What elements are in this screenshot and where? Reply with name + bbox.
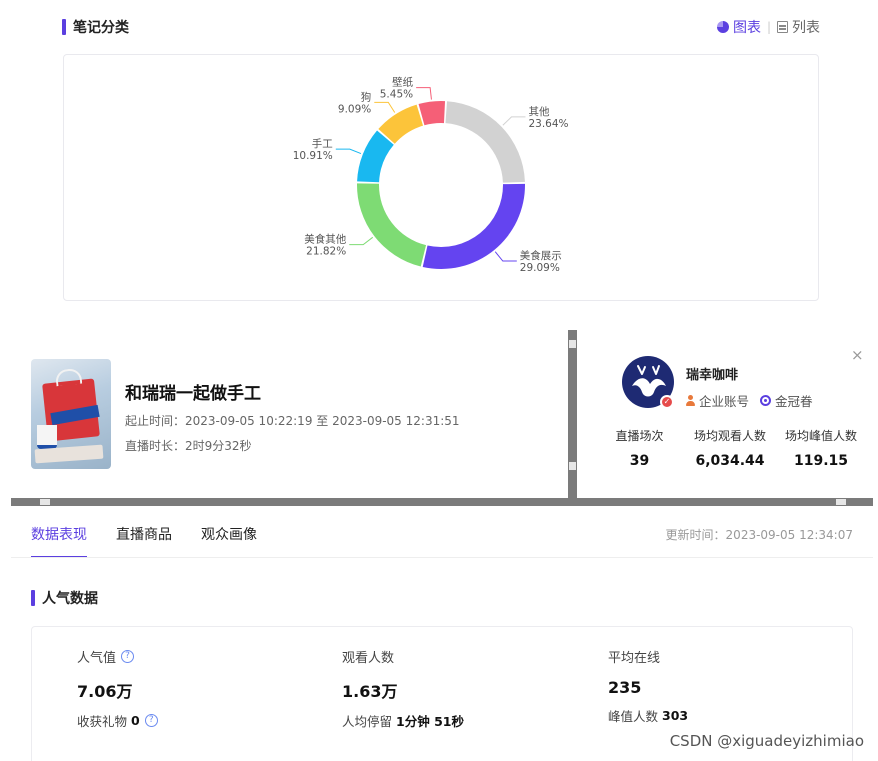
watermark: CSDN @xiguadeyizhimiao <box>669 732 864 750</box>
metric-popularity: 人气值 ? 7.06万 收获礼物 0 ? <box>77 647 158 730</box>
stat-avg-peak: 场均峰值人数 119.15 <box>779 427 863 469</box>
metric-value: 7.06万 <box>77 682 133 701</box>
slice-label-2: 美食其他 <box>304 233 346 246</box>
border-notch <box>836 499 846 505</box>
note-category-header: 笔记分类 <box>62 17 129 37</box>
account-tags: 企业账号 金冠眷 <box>686 391 824 410</box>
donut-slice-5[interactable] <box>418 101 446 126</box>
metric-sub: 人均停留 1分钟 51秒 <box>342 711 464 730</box>
metric-sub-value: 303 <box>662 708 689 723</box>
list-icon <box>777 21 788 33</box>
metric-label: 观看人数 <box>342 647 464 666</box>
section-accent-bar <box>31 590 35 606</box>
chart-view-button[interactable]: 图表 <box>716 17 761 37</box>
metric-sub-value: 0 <box>131 713 140 728</box>
enterprise-tag-label: 企业账号 <box>699 394 750 409</box>
panel-bottom-border <box>11 498 873 506</box>
note-category-title: 笔记分类 <box>73 20 129 36</box>
stat-value: 39 <box>629 453 650 469</box>
slice-percent-1: 29.09% <box>520 262 560 274</box>
leader-line-0 <box>502 116 526 126</box>
metric-label: 平均在线 <box>608 647 688 666</box>
tab-bar: 数据表现 直播商品 观众画像 <box>31 524 286 558</box>
leader-line-1 <box>494 251 517 262</box>
leader-line-2 <box>349 236 374 246</box>
metric-sub-label: 峰值人数 <box>608 709 659 724</box>
help-icon[interactable]: ? <box>144 714 158 727</box>
crown-badge-icon <box>760 395 772 406</box>
update-time: 更新时间：2023-09-05 12:34:07 <box>665 528 853 542</box>
metric-label: 人气值 ? <box>77 647 158 666</box>
donut-slice-0[interactable] <box>445 101 525 183</box>
border-notch <box>40 499 50 505</box>
leader-line-3 <box>335 148 362 155</box>
metric-viewers: 观看人数 1.63万 人均停留 1分钟 51秒 <box>342 647 464 730</box>
donut-chart-card: 其他 23.64% 美食展示 29.09% 美食其他 21.82% 手工 10.91% 狗 9.0… <box>63 54 819 301</box>
tab-live-products[interactable]: 直播商品 <box>116 524 172 558</box>
popularity-header: 人气数据 <box>31 588 98 608</box>
live-thumbnail[interactable] <box>31 359 111 469</box>
stat-label: 场均峰值人数 <box>784 429 857 443</box>
metric-label-text: 平均在线 <box>608 651 661 666</box>
list-view-button[interactable]: 列表 <box>777 17 820 37</box>
metric-value: 235 <box>608 678 642 697</box>
donut-slice-2[interactable] <box>356 183 427 267</box>
view-toggle: 图表 | 列表 <box>716 17 820 37</box>
enterprise-tag: 企业账号 <box>686 391 749 410</box>
slice-label-5: 壁纸 <box>392 76 413 89</box>
metric-sub-value: 1分钟 51秒 <box>396 714 464 729</box>
tab-data-performance[interactable]: 数据表现 <box>31 524 87 558</box>
chart-view-label: 图表 <box>732 20 761 36</box>
metric-value: 1.63万 <box>342 682 398 701</box>
metric-label-text: 观看人数 <box>342 651 395 666</box>
stat-value: 6,034.44 <box>695 453 765 469</box>
toggle-separator: | <box>766 20 771 34</box>
slice-percent-3: 10.91% <box>293 150 333 162</box>
metric-avg-online: 平均在线 235 峰值人数 303 <box>608 647 688 725</box>
donut-slice-1[interactable] <box>422 183 525 269</box>
list-view-label: 列表 <box>792 20 820 36</box>
slice-label-1: 美食展示 <box>520 249 562 262</box>
close-icon[interactable]: × <box>851 346 864 364</box>
thumb-cup-shape <box>37 425 57 449</box>
verified-badge-icon: ✓ <box>660 395 674 409</box>
donut-slice-3[interactable] <box>357 130 394 183</box>
metric-sub-label: 人均停留 <box>342 714 393 729</box>
slice-label-4: 狗 <box>361 90 372 103</box>
metric-sub: 峰值人数 303 <box>608 706 688 725</box>
metric-label-text: 人气值 <box>77 651 117 666</box>
donut-chart: 其他23.64% 美食展示29.09% 美食其他21.82% 手工10.91% 狗9.0… <box>293 76 569 274</box>
slice-label-0: 其他 <box>528 105 549 118</box>
border-notch <box>569 462 576 470</box>
tab-divider <box>11 557 873 558</box>
stat-avg-viewers: 场均观看人数 6,034.44 <box>688 427 772 469</box>
slice-percent-0: 23.64% <box>528 118 568 130</box>
account-name[interactable]: 瑞幸咖啡 <box>686 364 738 383</box>
stat-label: 直播场次 <box>615 429 664 443</box>
person-icon <box>686 395 695 406</box>
metric-sub: 收获礼物 0 ? <box>77 711 158 730</box>
slice-label-3: 手工 <box>312 137 333 150</box>
metric-sub-label: 收获礼物 <box>77 714 128 729</box>
section-accent-bar <box>62 19 66 35</box>
live-duration: 直播时长：2时9分32秒 <box>125 439 252 453</box>
stat-value: 119.15 <box>793 453 849 469</box>
slice-percent-5: 5.45% <box>380 89 413 101</box>
slice-percent-4: 9.09% <box>338 103 371 115</box>
panel-divider <box>568 330 577 500</box>
crown-tag: 金冠眷 <box>760 391 813 410</box>
live-title: 和瑞瑞一起做手工 <box>125 384 261 404</box>
leader-line-4 <box>374 101 396 113</box>
stat-live-count: 直播场次 39 <box>612 427 667 469</box>
leader-line-5 <box>416 87 432 100</box>
live-time-range: 起止时间：2023-09-05 10:22:19 至 2023-09-05 12… <box>125 414 460 428</box>
crown-tag-label: 金冠眷 <box>775 394 813 409</box>
tab-audience-profile[interactable]: 观众画像 <box>201 524 257 558</box>
pie-chart-icon <box>716 21 729 33</box>
stat-label: 场均观看人数 <box>693 429 766 443</box>
popularity-title: 人气数据 <box>42 591 98 607</box>
slice-percent-2: 21.82% <box>306 246 346 258</box>
help-icon[interactable]: ? <box>121 650 135 663</box>
border-notch <box>569 340 576 348</box>
